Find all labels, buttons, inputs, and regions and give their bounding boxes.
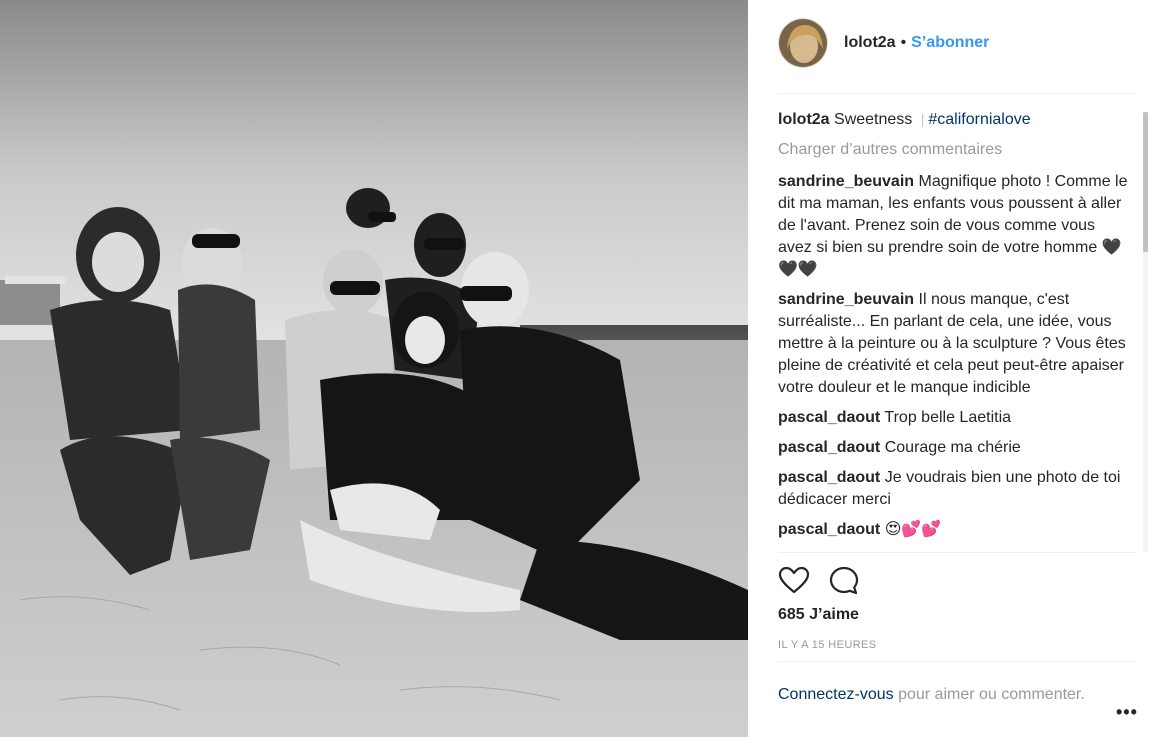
comments-list[interactable]: lolot2a Sweetness | #californialove Charg… bbox=[778, 108, 1128, 552]
login-prompt-text: pour aimer ou commenter. bbox=[893, 686, 1085, 703]
post-photo[interactable] bbox=[0, 0, 748, 737]
caption: lolot2a Sweetness | #californialove bbox=[778, 108, 1128, 131]
avatar-image bbox=[779, 19, 827, 67]
separator-dot: • bbox=[900, 34, 907, 51]
beach-photo-image bbox=[0, 0, 748, 737]
comment-author[interactable]: pascal_daout bbox=[778, 409, 880, 426]
more-options-icon[interactable]: ••• bbox=[1116, 702, 1138, 723]
scrollbar-thumb[interactable] bbox=[1143, 112, 1148, 252]
list-item: sandrine_beuvain Il nous manque, c'est s… bbox=[778, 289, 1128, 399]
comment-bubble-icon[interactable] bbox=[828, 565, 860, 597]
login-link[interactable]: Connectez-vous bbox=[778, 686, 894, 703]
caption-separator: | bbox=[920, 111, 925, 127]
comment-author[interactable]: pascal_daout bbox=[778, 439, 880, 456]
comment-author[interactable]: sandrine_beuvain bbox=[778, 173, 914, 190]
list-item: pascal_daout Trop belle Laetitia bbox=[778, 407, 1128, 429]
post-side-panel: lolot2a • S’abonner lolot2a Sweetness | #… bbox=[748, 0, 1150, 737]
comment-text: Trop belle Laetitia bbox=[884, 409, 1012, 426]
comment-text: Courage ma chérie bbox=[884, 439, 1021, 456]
comments-scrollbar[interactable] bbox=[1143, 112, 1148, 552]
list-item: pascal_daout 😍💕💕 bbox=[778, 519, 1128, 541]
comment-text: 😍💕💕 bbox=[884, 521, 942, 538]
header-text: lolot2a • S’abonner bbox=[844, 34, 989, 52]
likes-count[interactable]: 685 J’aime bbox=[778, 606, 859, 624]
username-link[interactable]: lolot2a bbox=[844, 34, 896, 52]
list-item: pascal_daout Je voudrais bien une photo … bbox=[778, 467, 1128, 511]
avatar[interactable] bbox=[778, 18, 828, 68]
follow-button[interactable]: S’abonner bbox=[911, 34, 989, 52]
list-item: sandrine_beuvain Magnifique photo ! Comm… bbox=[778, 171, 1128, 281]
caption-hashtag[interactable]: #californialove bbox=[928, 111, 1030, 128]
comment-author[interactable]: pascal_daout bbox=[778, 469, 880, 486]
heart-icon[interactable] bbox=[778, 565, 810, 597]
post-timestamp: IL Y A 15 HEURES bbox=[778, 639, 877, 651]
list-item: pascal_daout Courage ma chérie bbox=[778, 437, 1128, 459]
comment-author[interactable]: sandrine_beuvain bbox=[778, 291, 914, 308]
caption-author[interactable]: lolot2a bbox=[778, 111, 830, 128]
post-header: lolot2a • S’abonner bbox=[778, 18, 1136, 94]
caption-text: Sweetness bbox=[834, 111, 913, 128]
login-prompt: Connectez-vous pour aimer ou commenter. bbox=[778, 661, 1136, 706]
comment-author[interactable]: pascal_daout bbox=[778, 521, 880, 538]
action-bar bbox=[778, 552, 1136, 612]
load-more-comments-button[interactable]: Charger d’autres commentaires bbox=[778, 139, 1128, 161]
